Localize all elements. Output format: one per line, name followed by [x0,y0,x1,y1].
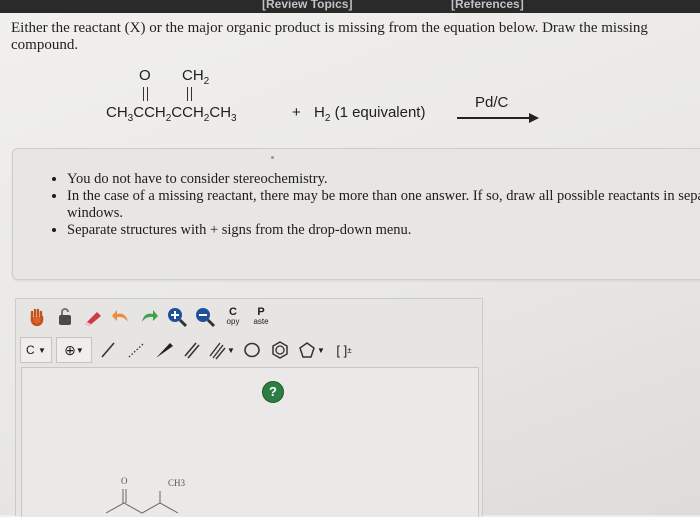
eraser-icon[interactable] [81,305,105,329]
question-text: Either the reactant (X) or the major org… [11,20,648,53]
redo-icon[interactable] [137,305,161,329]
instruction-item: In the case of a missing reactant, there… [67,188,700,222]
plus-sign: + [292,104,301,121]
reaction-arrow [457,117,531,119]
double-bond-line [191,87,193,101]
molecule-oxygen: O [121,476,128,486]
double-bond-line [147,87,149,101]
copy-text: opy [226,317,240,326]
methylene-label: CH2 [182,67,210,87]
chevron-down-icon: ▼ [75,345,84,355]
paste-text: aste [253,317,269,326]
chevron-down-icon: ▼ [227,345,235,355]
instructions-panel: You do not have to consider stereochemis… [12,148,700,280]
hand-icon[interactable] [25,305,49,329]
top-bar: [Review Topics] [References] [0,0,700,13]
carbonyl-oxygen: O [139,67,151,84]
reactant-chain: CH3CCH2CCH2CH3 [106,104,237,124]
instructions-list: You do not have to consider stereochemis… [45,171,700,239]
arrow-head-icon [529,113,539,123]
zoom-out-icon[interactable] [193,305,217,329]
hydrogen-reagent: H2 (1 equivalent) [314,104,426,124]
zoom-in-icon[interactable] [165,305,189,329]
element-label: C [26,343,35,357]
element-dropdown[interactable]: C ▼ [20,337,52,363]
help-button[interactable]: ? [262,381,284,403]
double-bond-line [143,87,145,101]
instruction-item: You do not have to consider stereochemis… [67,171,700,188]
review-topics-link[interactable]: [Review Topics] [262,0,352,11]
decor-dot [271,156,274,159]
partial-molecule [105,489,179,514]
reaction-equation: O CH2 CH3CCH2CCH2CH3 + H2 (1 equivalent)… [0,60,700,140]
ring-dropdown[interactable]: ▼ [296,338,326,362]
chevron-down-icon: ▼ [38,345,46,355]
wedge-bond-icon[interactable] [152,338,176,362]
benzene-icon[interactable] [268,338,292,362]
plus-charge-icon: ⊕ [64,341,76,358]
molecule-methyl: CH3 [168,478,186,488]
structure-editor: C opy P aste C ▼ ⊕ ▼ ▼ ▼ [] ± ? O CH3 [15,298,483,517]
lasso-icon[interactable] [53,305,77,329]
undo-icon[interactable] [109,305,133,329]
bracket-charge: ± [347,345,352,355]
references-link[interactable]: [References] [451,0,524,11]
paste-button[interactable]: P aste [249,305,273,329]
paste-letter: P [257,306,265,318]
double-bond-icon[interactable] [180,338,204,362]
single-bond-icon[interactable] [96,338,120,362]
catalyst-label: Pd/C [475,94,509,111]
charge-dropdown[interactable]: ⊕ ▼ [56,337,92,363]
copy-letter: C [229,306,237,318]
drawing-canvas[interactable]: ? O CH3 [21,367,479,517]
hashed-bond-icon[interactable] [124,338,148,362]
bracket-label: [ ] [336,342,348,358]
triple-bond-dropdown[interactable]: ▼ [208,338,236,362]
toolbar-bottom: C ▼ ⊕ ▼ ▼ ▼ [ ] ± [20,337,362,363]
copy-button[interactable]: C opy [221,305,245,329]
toolbar-top: C opy P aste [25,305,277,329]
bracket-button[interactable]: [ ] ± [330,338,358,362]
cyclopropane-icon[interactable] [240,338,264,362]
chevron-down-icon: ▼ [317,345,325,355]
double-bond-line [187,87,189,101]
instruction-item: Separate structures with + signs from th… [67,222,700,239]
